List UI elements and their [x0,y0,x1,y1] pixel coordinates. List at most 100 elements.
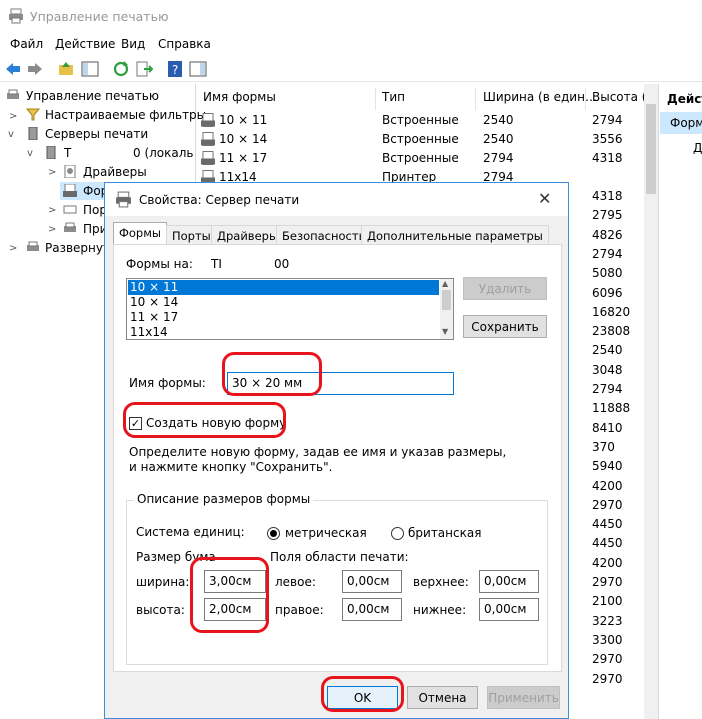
drivers-icon [64,165,76,178]
left-margin-input[interactable]: 0,00см [342,570,402,593]
right-margin-label: правое: [275,603,324,617]
cell-width: 2794 [483,151,514,165]
cell-height: 3556 [592,132,623,146]
scroll-up-icon[interactable]: ▲ [442,279,448,288]
highlight-circle [222,352,322,396]
column-header-type[interactable]: Тип [382,90,405,104]
forms-tab-pane: Формы на: TI 00 10 × 11 10 × 14 11 × 17 … [113,244,562,672]
close-icon[interactable]: ✕ [538,189,551,208]
cell-height: 2970 [592,497,623,512]
listbox-scrollbar-thumb[interactable] [442,290,451,310]
cell-width: 2540 [483,113,514,127]
chevron-right-icon[interactable]: > [48,167,56,178]
highlight-circle [190,557,269,633]
forms-listbox[interactable]: 10 × 11 10 × 14 11 × 17 11x14 ▲ ▼ [126,278,454,340]
actions-item[interactable]: Форм [660,112,702,134]
cell-height: 4200 [592,555,623,570]
british-radio[interactable] [391,527,404,540]
list-scrollbar-thumb[interactable] [646,104,656,194]
chevron-down-icon[interactable]: v [8,129,14,140]
apply-button[interactable]: Применить [487,686,560,709]
table-row[interactable]: 10 × 11 Встроенные 2540 2794 [197,111,647,130]
table-row[interactable]: 10 × 14 Встроенные 2540 3556 [197,130,647,149]
size-group-title: Описание размеров формы [134,492,314,506]
table-row[interactable]: 11 × 17 Встроенные 2794 4318 [197,149,647,168]
help-icon[interactable]: ? [166,60,184,78]
list-item[interactable]: 10 × 11 [128,280,439,295]
cell-height: 2794 [592,246,623,261]
tab-ports[interactable]: Порты [166,225,217,245]
dialog-title: Свойства: Сервер печати [139,193,300,207]
tree-item-server[interactable]: T [64,146,71,160]
delete-button[interactable]: Удалить [463,277,547,300]
chevron-right-icon[interactable]: > [48,205,56,216]
tab-advanced[interactable]: Дополнительные параметры [361,225,549,245]
menu-action[interactable]: Действие [55,37,115,51]
cell-height: 4826 [592,227,623,242]
actions-sub-item[interactable]: Д [693,141,702,155]
column-header-name[interactable]: Имя формы [203,90,276,104]
column-divider [475,88,476,110]
tree-item-root[interactable]: Управление печатью [26,89,159,103]
show-hide-tree-icon[interactable] [81,60,99,78]
bottom-margin-label: нижнее: [413,603,467,617]
cell-height: 4200 [592,478,623,493]
back-icon[interactable] [4,60,22,78]
chevron-right-icon[interactable]: > [48,224,56,235]
chevron-right-icon[interactable]: > [9,243,17,254]
highlight-circle [123,402,286,438]
cell-width: 2540 [483,132,514,146]
ports-icon [63,205,77,214]
chevron-right-icon[interactable]: > [9,111,17,122]
tab-drivers[interactable]: Драйверы [211,225,285,245]
cell-name: 10 × 11 [219,113,268,127]
menu-help[interactable]: Справка [158,37,211,51]
menu-view[interactable]: Вид [121,37,145,51]
show-action-pane-icon[interactable] [189,60,207,78]
form-icon [201,132,215,146]
cell-height: 2970 [592,575,623,589]
metric-radio[interactable] [267,527,280,540]
list-item[interactable]: 11x14 [128,325,439,340]
bottom-margin-input[interactable]: 0,00см [479,598,539,621]
top-margin-label: верхнее: [413,575,469,589]
right-margin-input[interactable]: 0,00см [342,598,402,621]
forms-on-suffix: 00 [274,257,290,271]
cancel-button[interactable]: Отмена [407,686,478,709]
height-label: высота: [136,603,185,617]
list-item[interactable]: 11 × 17 [128,310,439,325]
forward-icon[interactable] [26,60,44,78]
tree-item-servers[interactable]: Серверы печати [45,127,148,141]
tree-item-filters[interactable]: Настраиваемые фильтры [45,108,206,122]
menu-file[interactable]: Файл [10,37,43,51]
cell-type: Встроенные [382,113,459,127]
tab-security[interactable]: Безопасность [276,225,372,245]
cell-height: 2795 [592,208,623,223]
printer-app-icon [9,8,23,24]
tree-item-drivers[interactable]: Драйверы [83,165,147,179]
tree-item-deployed[interactable]: Развернут [45,241,110,255]
printer-icon [27,241,39,251]
actions-header: Дейст [667,92,702,106]
cell-height: 6096 [592,285,623,300]
chevron-down-icon[interactable]: v [27,148,33,159]
actions-item-label: Форм [670,116,702,130]
listbox-scrollbar[interactable]: ▲ ▼ [440,279,453,339]
save-button[interactable]: Сохранить [463,315,547,338]
refresh-icon[interactable] [112,60,130,78]
top-margin-input[interactable]: 0,00см [479,570,539,593]
export-list-icon[interactable] [135,60,153,78]
forms-on-server: TI [211,257,222,271]
cell-type: Встроенные [382,151,459,165]
tab-forms[interactable]: Формы [113,222,167,246]
dialog-title-bar: Свойства: Сервер печати ✕ [105,183,568,216]
column-header-width[interactable]: Ширина (в един… [483,90,597,104]
hint-line-1: Определите новую форму, задав ее имя и у… [129,445,507,459]
cell-height: 3300 [592,632,623,647]
cell-height: 4318 [592,189,623,203]
scroll-down-icon[interactable]: ▼ [442,327,448,336]
left-margin-label: левое: [275,575,316,589]
actions-pane: Дейст Форм Д [658,84,702,719]
up-folder-icon[interactable] [57,60,75,78]
list-item[interactable]: 10 × 14 [128,295,439,310]
